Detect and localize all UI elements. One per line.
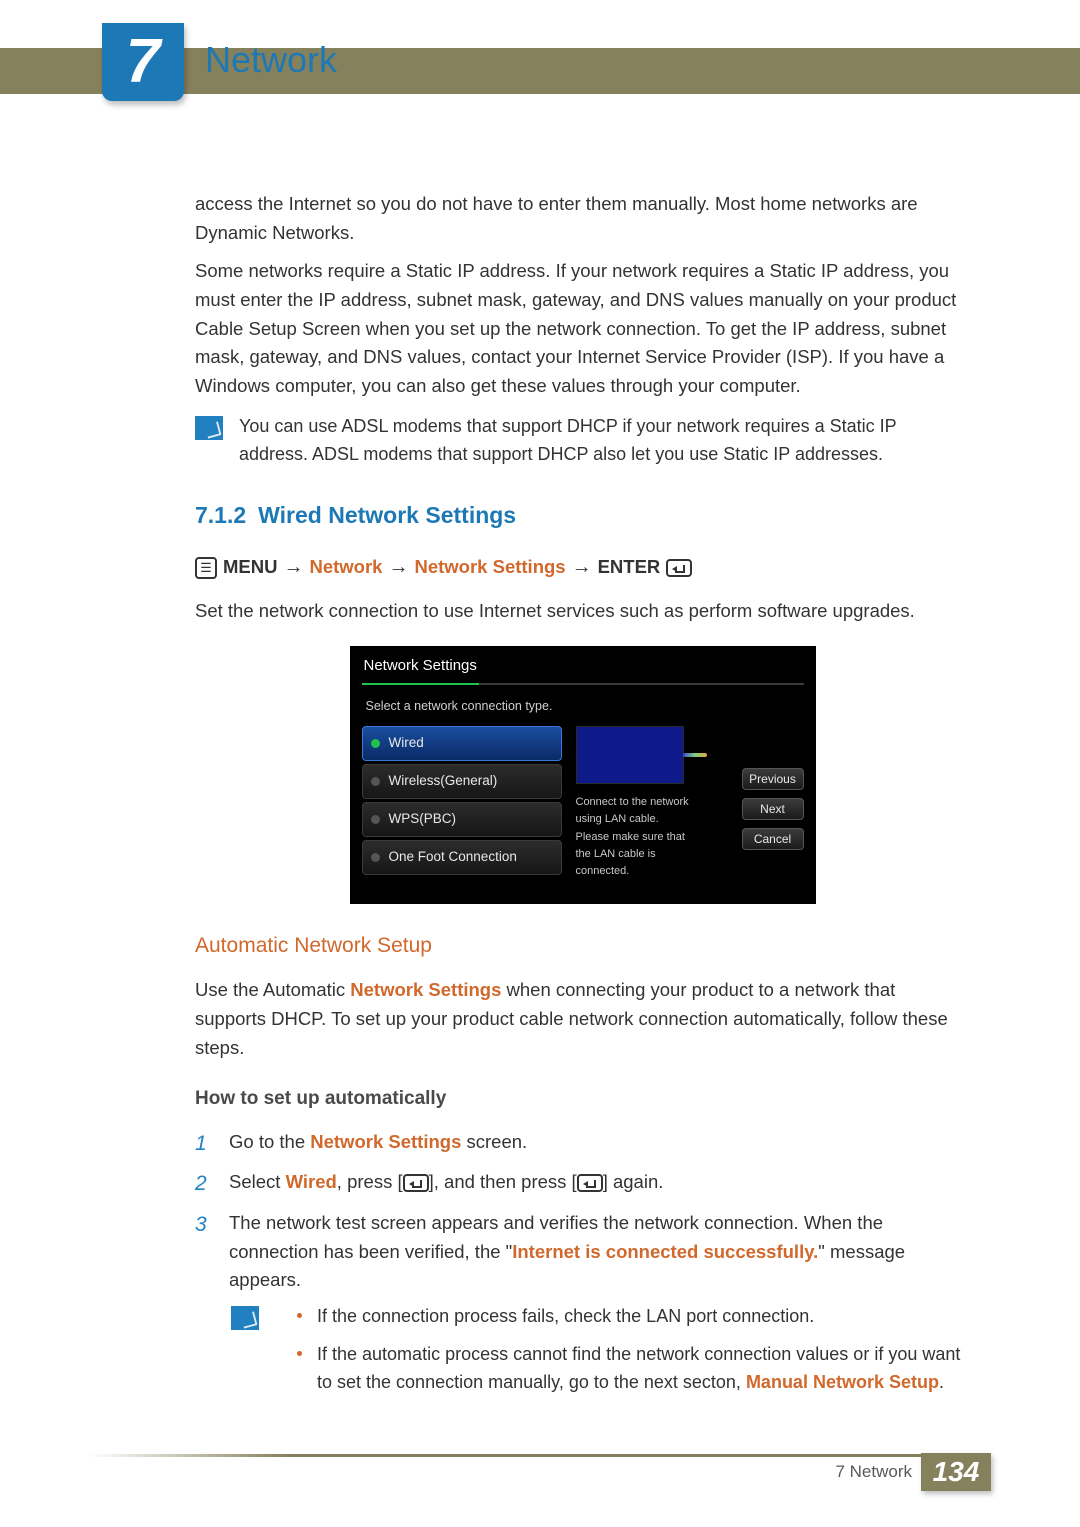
- enter-button-icon: [577, 1174, 603, 1192]
- menu-keyword: MENU: [223, 553, 277, 582]
- option-label: WPS(PBC): [389, 811, 457, 826]
- subsection-heading: Automatic Network Setup: [195, 930, 970, 963]
- screenshot-option-list: Wired Wireless(General) WPS(PBC) One Foo…: [362, 726, 562, 879]
- step-item: 2 Select Wired, press [ ], and then press…: [195, 1168, 970, 1201]
- text-run: screen.: [461, 1131, 527, 1152]
- note-icon: [231, 1306, 259, 1330]
- section-heading: 7.1.2 Wired Network Settings: [195, 498, 970, 534]
- note-bullet: If the automatic process cannot find the…: [317, 1341, 970, 1397]
- screenshot-option-onefoot: One Foot Connection: [362, 840, 562, 875]
- keyword: Manual Network Setup: [746, 1372, 939, 1392]
- option-label: One Foot Connection: [389, 849, 517, 864]
- howto-heading: How to set up automatically: [195, 1084, 970, 1113]
- keyword: Internet is connected successfully.: [512, 1241, 818, 1262]
- screenshot-title: Network Settings: [362, 654, 479, 685]
- enter-button-icon: [666, 559, 692, 577]
- arrow-icon: →: [283, 552, 303, 583]
- step-item: 1 Go to the Network Settings screen.: [195, 1128, 970, 1161]
- footer-divider: [89, 1454, 991, 1457]
- menu-button-icon: ☰: [195, 557, 217, 579]
- step-number: 2: [195, 1168, 215, 1201]
- text-run: .: [939, 1372, 944, 1392]
- body-paragraph: access the Internet so you do not have t…: [195, 190, 970, 247]
- radio-dot-icon: [371, 777, 380, 786]
- option-label: Wired: [389, 735, 424, 750]
- screenshot-illustration: [576, 726, 684, 784]
- screenshot-option-wps: WPS(PBC): [362, 802, 562, 837]
- step-number: 3: [195, 1209, 215, 1295]
- text-run: ] again.: [603, 1171, 664, 1192]
- menu-path: ☰ MENU → Network → Network Settings → EN…: [195, 552, 970, 583]
- arrow-icon: →: [388, 552, 408, 583]
- screenshot-next-button: Next: [742, 798, 804, 820]
- text-run: , press [: [337, 1171, 403, 1192]
- screenshot-help-text: Connect to the network using LAN cable. …: [576, 794, 694, 879]
- body-paragraph: Use the Automatic Network Settings when …: [195, 976, 970, 1062]
- divider: [479, 683, 804, 685]
- screenshot-previous-button: Previous: [742, 768, 804, 790]
- screenshot-subtitle: Select a network connection type.: [366, 697, 804, 716]
- note-bullet-list: If the connection process fails, check t…: [291, 1303, 970, 1407]
- footer-page-number: 134: [921, 1453, 991, 1491]
- note-icon: [195, 416, 223, 440]
- body-paragraph: Set the network connection to use Intern…: [195, 597, 970, 626]
- body-paragraph: Some networks require a Static IP addres…: [195, 257, 970, 400]
- note-block: If the connection process fails, check t…: [195, 1303, 970, 1407]
- path-segment: Network: [309, 553, 382, 582]
- page-body: access the Internet so you do not have t…: [195, 190, 970, 1407]
- radio-dot-icon: [371, 853, 380, 862]
- footer-chapter-label: 7 Network: [835, 1462, 912, 1482]
- note-text: You can use ADSL modems that support DHC…: [239, 413, 970, 469]
- keyword: Network Settings: [310, 1131, 461, 1152]
- step-number: 1: [195, 1128, 215, 1161]
- arrow-icon: →: [572, 552, 592, 583]
- path-segment: Network Settings: [414, 553, 565, 582]
- chapter-title: Network: [205, 39, 337, 81]
- enter-button-icon: [403, 1174, 429, 1192]
- text-run: ], and then press [: [429, 1171, 577, 1192]
- step-list: 1 Go to the Network Settings screen. 2 S…: [195, 1128, 970, 1295]
- text-run: Select: [229, 1171, 286, 1192]
- radio-dot-icon: [371, 739, 380, 748]
- text-run: Use the Automatic: [195, 979, 350, 1000]
- screenshot-option-wireless: Wireless(General): [362, 764, 562, 799]
- note-bullet: If the connection process fails, check t…: [317, 1303, 970, 1331]
- option-label: Wireless(General): [389, 773, 498, 788]
- step-item: 3 The network test screen appears and ve…: [195, 1209, 970, 1295]
- note-block: You can use ADSL modems that support DHC…: [195, 413, 970, 469]
- section-number: 7.1.2: [195, 502, 246, 528]
- screenshot-cancel-button: Cancel: [742, 828, 804, 850]
- keyword: Wired: [286, 1171, 337, 1192]
- network-settings-screenshot: Network Settings Select a network connec…: [350, 646, 816, 904]
- radio-dot-icon: [371, 815, 380, 824]
- section-title: Wired Network Settings: [258, 502, 516, 528]
- enter-keyword: ENTER: [598, 553, 661, 582]
- screenshot-option-wired: Wired: [362, 726, 562, 761]
- keyword: Network Settings: [350, 979, 501, 1000]
- chapter-number-badge: 7: [102, 23, 184, 101]
- text-run: Go to the: [229, 1131, 310, 1152]
